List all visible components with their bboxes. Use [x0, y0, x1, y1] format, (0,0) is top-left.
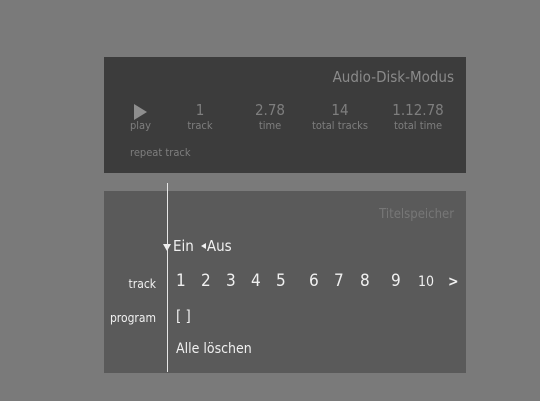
track-option-2[interactable]: 2 — [201, 271, 211, 291]
total-tracks-status: 14 total tracks — [300, 101, 380, 132]
on-off-toggle[interactable]: Ein Aus — [173, 237, 232, 255]
track-option-6[interactable]: 6 — [309, 271, 319, 291]
total-tracks-label: total tracks — [311, 119, 369, 132]
next-tracks-arrow[interactable]: > — [448, 274, 459, 290]
clear-all-button[interactable]: Alle löschen — [176, 341, 252, 357]
track-status: 1 track — [180, 101, 220, 132]
track-option-9[interactable]: 9 — [391, 271, 401, 291]
play-label: play — [130, 119, 151, 132]
play-icon[interactable] — [133, 104, 147, 120]
total-time-label: total time — [393, 119, 443, 132]
track-option-10[interactable]: 10 — [418, 274, 434, 290]
track-value: 1 — [195, 101, 205, 119]
caret-left-icon — [200, 242, 206, 249]
total-time-status: 1.12.78 total time — [385, 101, 451, 132]
track-row-label: track — [128, 277, 156, 291]
track-option-8[interactable]: 8 — [360, 271, 370, 291]
mode-title: Audio-Disk-Modus — [332, 68, 454, 86]
track-option-7[interactable]: 7 — [334, 271, 344, 291]
track-option-4[interactable]: 4 — [251, 271, 261, 291]
track-option-1[interactable]: 1 — [176, 271, 186, 291]
focus-line — [167, 183, 168, 372]
time-value: 2.78 — [254, 101, 286, 119]
time-status: 2.78 time — [245, 101, 295, 132]
off-option[interactable]: Aus — [207, 237, 232, 255]
memory-title: Titelspeicher — [379, 207, 454, 222]
total-tracks-value: 14 — [331, 101, 349, 119]
on-option[interactable]: Ein — [173, 237, 194, 255]
track-memory-panel: Titelspeicher Ein Aus track program 1 2 3… — [104, 191, 466, 373]
program-row-label: program — [109, 311, 156, 325]
track-option-5[interactable]: 5 — [276, 271, 286, 291]
program-list[interactable]: [ ] — [176, 307, 191, 325]
status-panel: Audio-Disk-Modus play 1 track 2.78 time … — [104, 57, 466, 173]
repeat-mode[interactable]: repeat track — [130, 146, 191, 159]
track-label: track — [187, 119, 213, 132]
track-option-3[interactable]: 3 — [226, 271, 236, 291]
time-label: time — [258, 119, 282, 132]
total-time-value: 1.12.78 — [392, 101, 444, 119]
play-status[interactable]: play — [120, 101, 160, 132]
